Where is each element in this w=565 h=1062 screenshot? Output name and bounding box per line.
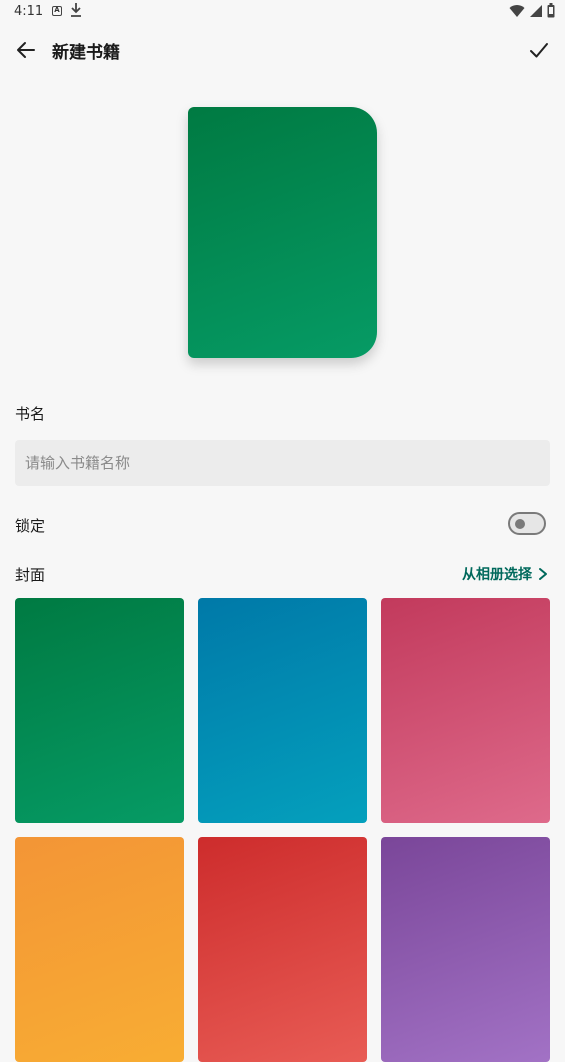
- notification-a-icon: A: [52, 6, 62, 16]
- lock-label: 锁定: [15, 517, 46, 535]
- status-bar: 4:11 A: [0, 0, 565, 24]
- book-name-label: 书名: [15, 405, 46, 423]
- battery-icon: [547, 3, 555, 22]
- cover-swatch-orange[interactable]: [15, 837, 184, 1062]
- status-time: 4:11: [14, 4, 44, 19]
- cover-swatch-pink[interactable]: [381, 598, 550, 823]
- book-name-input[interactable]: [15, 440, 550, 486]
- wifi-icon: [509, 4, 525, 22]
- status-icons: [509, 3, 555, 22]
- page-title: 新建书籍: [52, 43, 120, 63]
- signal-icon: [529, 4, 543, 22]
- check-icon: [530, 43, 548, 58]
- choose-from-album-link[interactable]: 从相册选择: [462, 564, 548, 584]
- cover-swatch-blue[interactable]: [198, 598, 367, 823]
- download-icon: [70, 2, 82, 22]
- back-button[interactable]: [12, 36, 40, 64]
- chevron-right-icon: [539, 568, 547, 580]
- book-cover-preview: [188, 107, 377, 358]
- cover-swatch-red[interactable]: [198, 837, 367, 1062]
- toggle-knob: [515, 519, 525, 529]
- arrow-back-icon: [17, 42, 35, 58]
- cover-swatch-green[interactable]: [15, 598, 184, 823]
- cover-label: 封面: [15, 566, 46, 584]
- app-bar: 新建书籍: [0, 24, 565, 76]
- cover-swatch-purple[interactable]: [381, 837, 550, 1062]
- lock-toggle[interactable]: [508, 512, 546, 535]
- confirm-button[interactable]: [525, 36, 553, 64]
- choose-from-album-label: 从相册选择: [462, 567, 532, 583]
